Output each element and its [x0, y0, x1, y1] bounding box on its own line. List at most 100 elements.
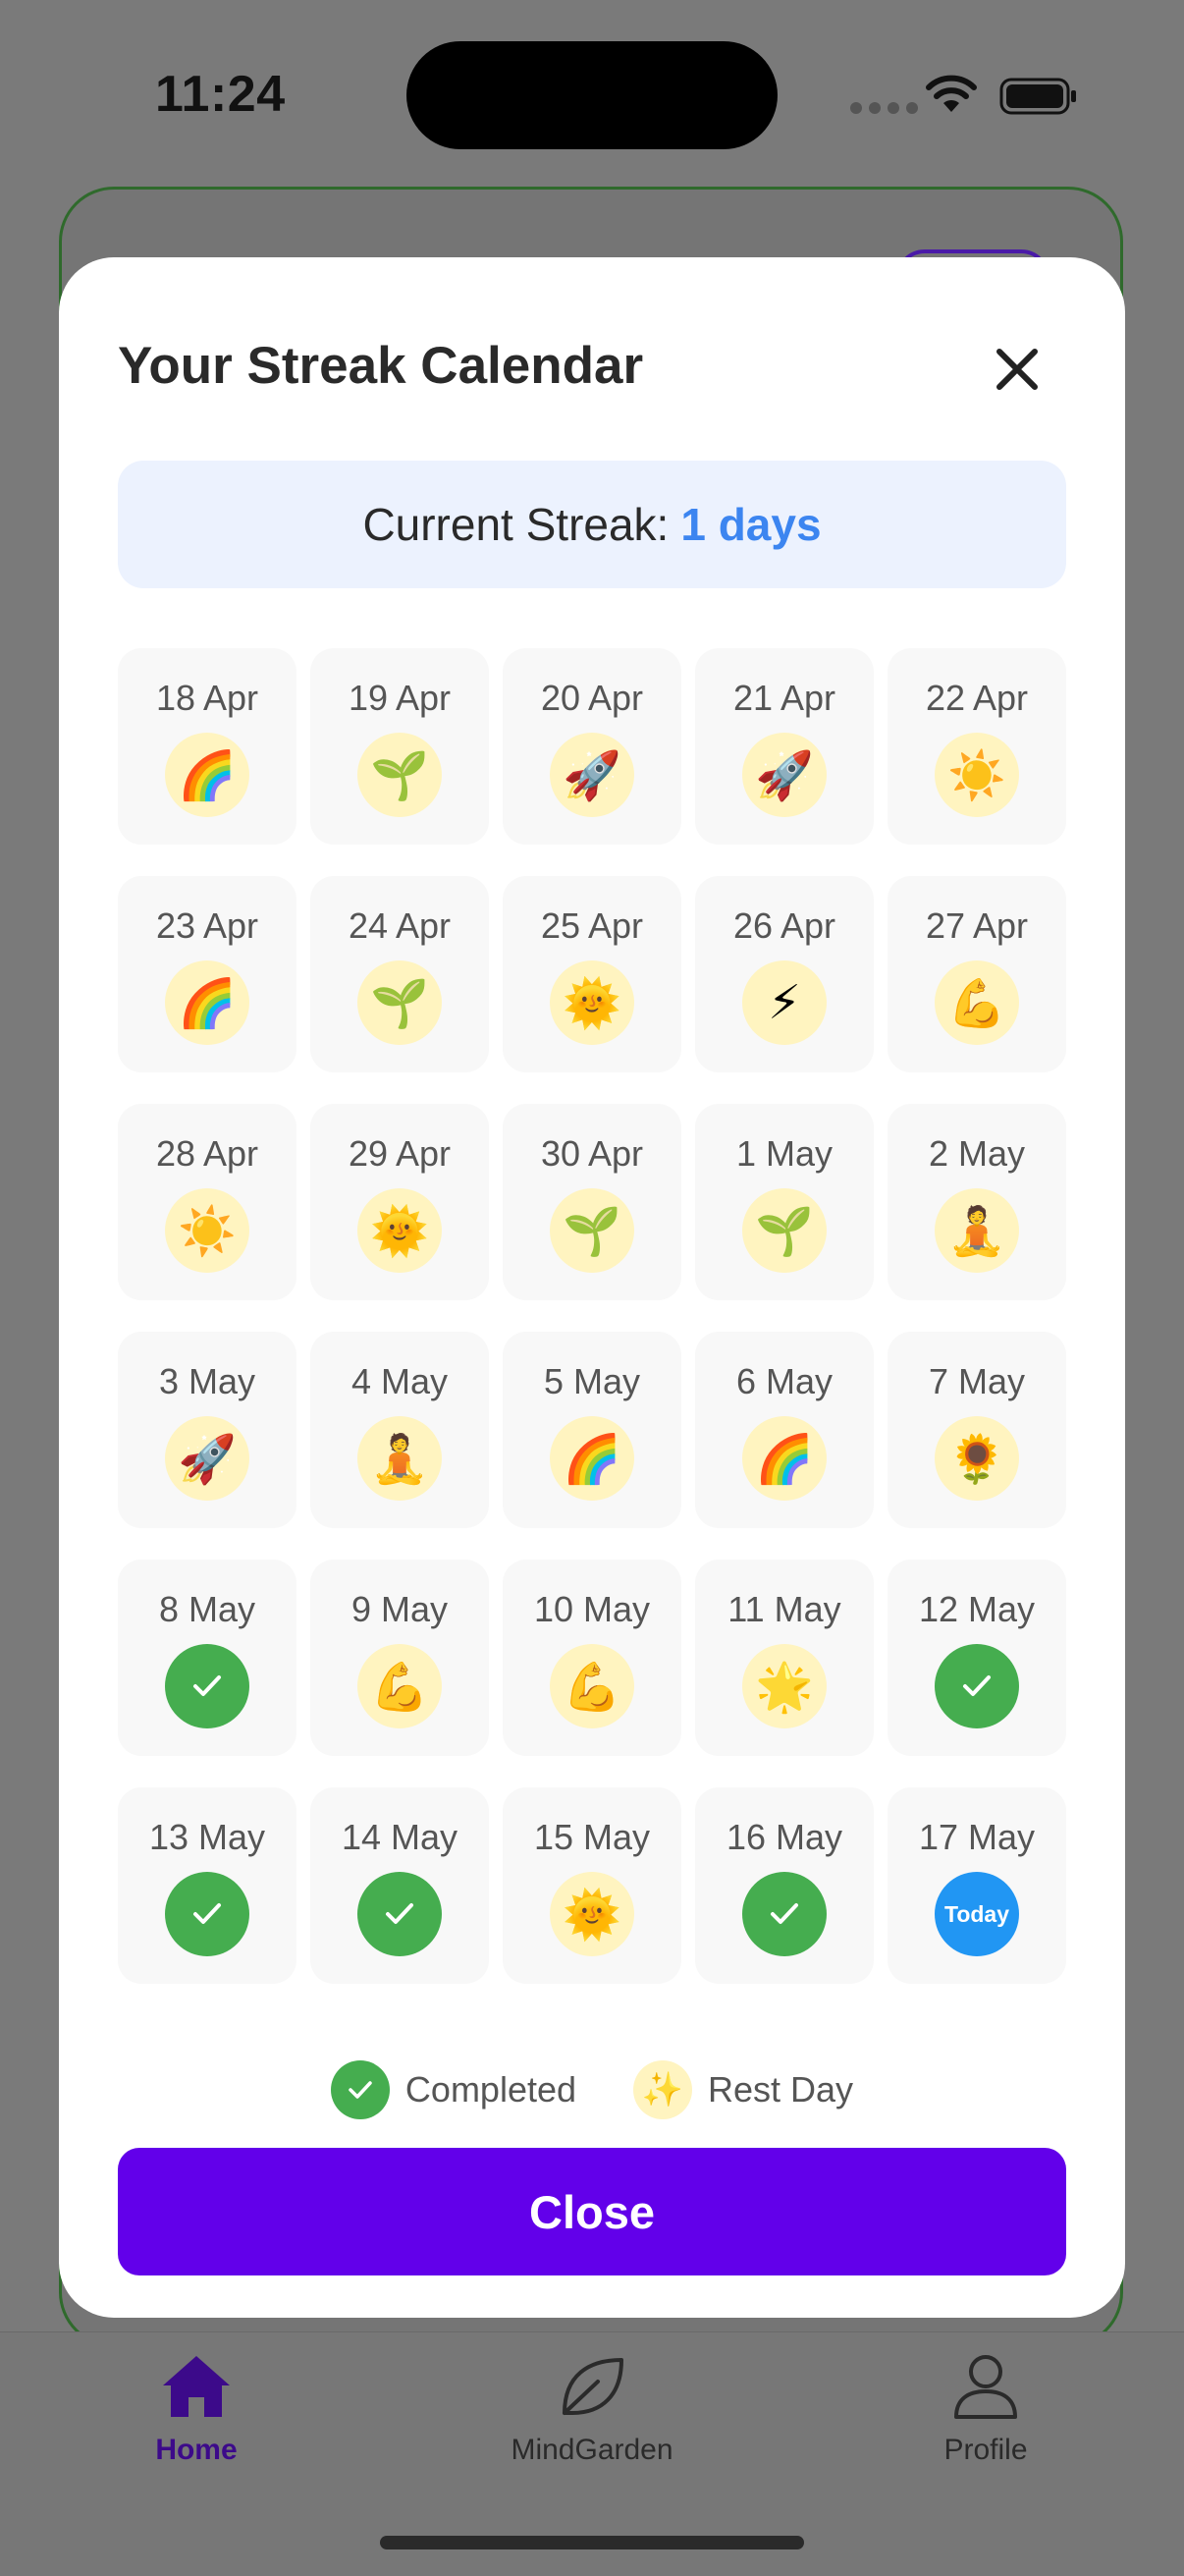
day-date-label: 25 Apr	[540, 905, 644, 946]
mood-emoji-icon: 🌱	[357, 733, 442, 817]
tab-home-label: Home	[155, 2434, 238, 2466]
day-date-label: 13 May	[148, 1817, 266, 1857]
day-date-label: 11 May	[727, 1589, 841, 1629]
day-date-label: 26 Apr	[732, 905, 836, 946]
mood-emoji-icon: 🚀	[742, 733, 827, 817]
home-indicator	[380, 2536, 804, 2549]
streak-value: 1 days	[680, 499, 822, 550]
day-date-label: 15 May	[533, 1817, 651, 1857]
calendar-day[interactable]: 20 Apr 🚀	[503, 648, 681, 845]
check-icon	[330, 2060, 390, 2119]
day-date-label: 16 May	[726, 1817, 843, 1857]
calendar-day[interactable]: 11 May 🌟	[695, 1560, 874, 1756]
cellular-signal-icon	[850, 102, 918, 114]
tab-profile[interactable]: Profile	[868, 2352, 1103, 2467]
day-date-label: 29 Apr	[348, 1133, 452, 1174]
mood-emoji-icon: 🌱	[742, 1188, 827, 1273]
completed-check-icon	[357, 1872, 442, 1956]
calendar-day[interactable]: 14 May	[310, 1787, 489, 1984]
mood-emoji-icon: 💪	[357, 1644, 442, 1728]
day-date-label: 1 May	[735, 1133, 834, 1174]
day-date-label: 4 May	[350, 1361, 449, 1401]
calendar-day[interactable]: 28 Apr ☀️	[118, 1104, 296, 1300]
day-date-label: 18 Apr	[155, 678, 259, 718]
mood-emoji-icon: 💪	[550, 1644, 634, 1728]
calendar-day[interactable]: 27 Apr 💪	[888, 876, 1066, 1072]
mood-emoji-icon: 🌞	[550, 1872, 634, 1956]
calendar-day[interactable]: 7 May 🌻	[888, 1332, 1066, 1528]
mood-emoji-icon: 🌈	[165, 960, 249, 1045]
home-icon	[163, 2356, 230, 2417]
person-icon	[954, 2355, 1017, 2419]
calendar-day[interactable]: 17 May Today	[888, 1787, 1066, 1984]
mood-emoji-icon: 🌱	[550, 1188, 634, 1273]
mood-emoji-icon: 🌻	[935, 1416, 1019, 1501]
calendar-day[interactable]: 26 Apr ⚡	[695, 876, 874, 1072]
calendar-day[interactable]: 24 Apr 🌱	[310, 876, 489, 1072]
calendar-day[interactable]: 3 May 🚀	[118, 1332, 296, 1528]
status-time: 11:24	[155, 66, 286, 123]
mood-emoji-icon: ☀️	[935, 733, 1019, 817]
tab-profile-label: Profile	[943, 2434, 1028, 2466]
mood-emoji-icon: 🌈	[165, 733, 249, 817]
calendar-day[interactable]: 6 May 🌈	[695, 1332, 874, 1528]
calendar-day[interactable]: 12 May	[888, 1560, 1066, 1756]
calendar-day[interactable]: 29 Apr 🌞	[310, 1104, 489, 1300]
completed-check-icon	[165, 1644, 249, 1728]
calendar-day[interactable]: 30 Apr 🌱	[503, 1104, 681, 1300]
calendar-day[interactable]: 2 May 🧘	[888, 1104, 1066, 1300]
day-date-label: 3 May	[158, 1361, 256, 1401]
completed-check-icon	[165, 1872, 249, 1956]
legend-completed: Completed	[330, 2060, 576, 2119]
mood-emoji-icon: ⚡	[742, 960, 827, 1045]
mood-emoji-icon: 🌈	[550, 1416, 634, 1501]
wifi-icon	[926, 75, 977, 112]
day-date-label: 22 Apr	[925, 678, 1029, 718]
calendar-day[interactable]: 21 Apr 🚀	[695, 648, 874, 845]
calendar-day[interactable]: 18 Apr 🌈	[118, 648, 296, 845]
tab-mindgarden[interactable]: MindGarden	[474, 2352, 710, 2467]
close-icon[interactable]	[988, 340, 1047, 399]
completed-check-icon	[935, 1644, 1019, 1728]
calendar-day[interactable]: 15 May 🌞	[503, 1787, 681, 1984]
mood-emoji-icon: 🧘	[935, 1188, 1019, 1273]
streak-label: Current Streak:	[362, 499, 670, 550]
calendar-day[interactable]: 23 Apr 🌈	[118, 876, 296, 1072]
day-date-label: 10 May	[533, 1589, 651, 1629]
calendar-day[interactable]: 5 May 🌈	[503, 1332, 681, 1528]
sparkles-icon: ✨	[633, 2060, 693, 2119]
calendar-day[interactable]: 1 May 🌱	[695, 1104, 874, 1300]
calendar-day[interactable]: 16 May	[695, 1787, 874, 1984]
calendar-day[interactable]: 13 May	[118, 1787, 296, 1984]
day-date-label: 12 May	[918, 1589, 1036, 1629]
calendar-day[interactable]: 4 May 🧘	[310, 1332, 489, 1528]
day-date-label: 7 May	[928, 1361, 1026, 1401]
mood-emoji-icon: 🚀	[165, 1416, 249, 1501]
day-date-label: 9 May	[350, 1589, 449, 1629]
dynamic-island	[406, 41, 778, 149]
day-date-label: 5 May	[543, 1361, 641, 1401]
day-date-label: 27 Apr	[925, 905, 1029, 946]
legend-rest-label: Rest Day	[708, 2069, 854, 2110]
mood-emoji-icon: 💪	[935, 960, 1019, 1045]
calendar-day[interactable]: 22 Apr ☀️	[888, 648, 1066, 845]
day-date-label: 23 Apr	[155, 905, 259, 946]
mood-emoji-icon: 🌞	[357, 1188, 442, 1273]
day-date-label: 6 May	[735, 1361, 834, 1401]
calendar-day[interactable]: 8 May	[118, 1560, 296, 1756]
calendar-day[interactable]: 10 May 💪	[503, 1560, 681, 1756]
mood-emoji-icon: 🌞	[550, 960, 634, 1045]
streak-calendar-modal: Your Streak Calendar Current Streak: 1 d…	[59, 257, 1125, 2318]
tab-home[interactable]: Home	[79, 2352, 314, 2467]
mood-emoji-icon: 🌈	[742, 1416, 827, 1501]
close-button[interactable]: Close	[118, 2148, 1066, 2275]
legend: Completed ✨ Rest Day	[59, 2060, 1125, 2119]
legend-rest-day: ✨ Rest Day	[633, 2060, 853, 2119]
day-date-label: 14 May	[341, 1817, 458, 1857]
day-date-label: 24 Apr	[348, 905, 452, 946]
current-streak-banner: Current Streak: 1 days	[118, 461, 1066, 588]
calendar-day[interactable]: 9 May 💪	[310, 1560, 489, 1756]
today-badge: Today	[935, 1872, 1019, 1956]
calendar-day[interactable]: 25 Apr 🌞	[503, 876, 681, 1072]
calendar-day[interactable]: 19 Apr 🌱	[310, 648, 489, 845]
